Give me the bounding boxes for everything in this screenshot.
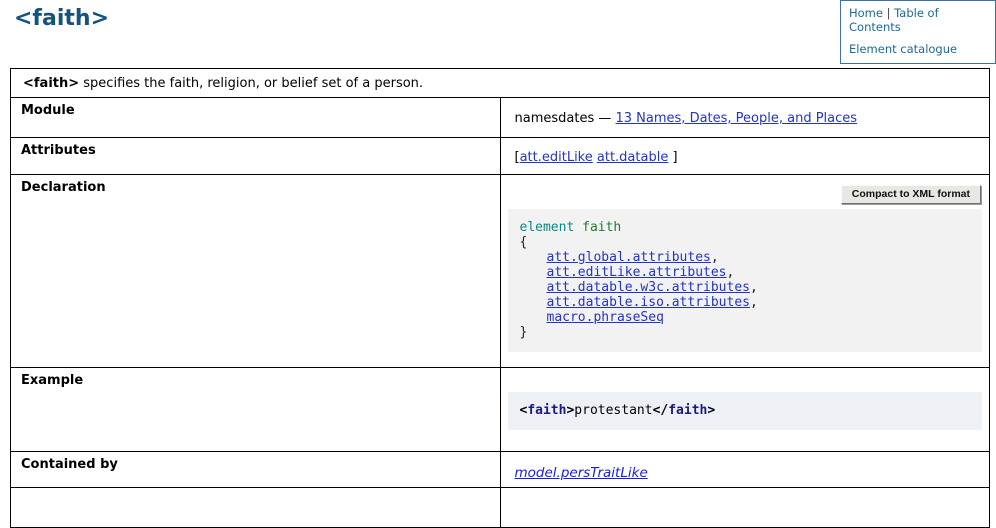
rnc-element-name: faith <box>582 220 621 235</box>
row-label-module: Module <box>11 98 501 138</box>
xml-end-close-bracket: > <box>707 403 715 418</box>
description-cell: <faith> specifies the faith, religion, o… <box>11 69 990 98</box>
example-row: Example <faith>protestant</faith> <box>11 368 990 452</box>
xml-element-text: protestant <box>574 403 652 418</box>
description-row: <faith> specifies the faith, religion, o… <box>11 69 990 98</box>
partial-row <box>11 488 990 528</box>
declaration-content-cell: Compact to XML format element faith { at… <box>500 175 990 368</box>
nav-element-catalogue-link[interactable]: Element catalogue <box>849 42 957 56</box>
module-name: namesdates — <box>515 111 612 126</box>
xml-tag-name: faith <box>527 403 566 418</box>
comma: , <box>750 280 758 295</box>
contained-by-link[interactable]: model.persTraitLike <box>515 465 648 481</box>
comma: , <box>727 265 735 280</box>
declaration-row: Declaration Compact to XML format elemen… <box>11 175 990 368</box>
compact-to-xml-button[interactable]: Compact to XML format <box>841 185 981 204</box>
declaration-member-link[interactable]: att.datable.w3c.attributes <box>547 280 751 295</box>
declaration-member-line: macro.phraseSeq <box>520 310 973 325</box>
row-label-attributes: Attributes <box>11 138 501 175</box>
contained-by-content-cell: model.persTraitLike <box>500 452 990 488</box>
declaration-code-block: element faith { att.global.attributes, a… <box>508 209 983 352</box>
row-label-declaration: Declaration <box>11 175 501 368</box>
contained-by-row: Contained by model.persTraitLike <box>11 452 990 488</box>
attributes-close-bracket: ] <box>668 150 677 165</box>
row-label-example: Example <box>11 368 501 452</box>
nav-line-2: Element catalogue <box>849 42 987 56</box>
example-code-block: <faith>protestant</faith> <box>508 392 983 430</box>
declaration-member-link[interactable]: att.editLike.attributes <box>547 265 727 280</box>
description-text: specifies the faith, religion, or belief… <box>83 76 423 91</box>
declaration-member-line: att.editLike.attributes, <box>520 265 973 280</box>
nav-home-link[interactable]: Home <box>849 6 883 20</box>
page-title: <faith> <box>14 6 109 31</box>
xml-end-open-bracket: </ <box>653 403 669 418</box>
declaration-member-link[interactable]: macro.phraseSeq <box>547 310 664 325</box>
module-row: Module namesdates — 13 Names, Dates, Peo… <box>11 98 990 138</box>
xml-end-tag-name: faith <box>668 403 707 418</box>
comma: , <box>711 250 719 265</box>
row-label-contained-by: Contained by <box>11 452 501 488</box>
partial-row-content-cell <box>500 488 990 528</box>
partial-row-label-cell <box>11 488 501 528</box>
nav-separator: | <box>887 6 891 20</box>
declaration-member-line: att.datable.iso.attributes, <box>520 295 973 310</box>
rnc-keyword: element <box>520 220 575 235</box>
declaration-close-brace: } <box>520 325 973 340</box>
declaration-open-brace: { <box>520 235 973 250</box>
declaration-member-line: att.global.attributes, <box>520 250 973 265</box>
comma: , <box>750 295 758 310</box>
declaration-line-element: element faith <box>520 220 973 235</box>
attributes-row: Attributes [att.editLike att.datable ] <box>11 138 990 175</box>
description-term: <faith> <box>23 76 79 91</box>
nav-box: Home | Table of Contents Element catalog… <box>840 0 996 64</box>
example-content-cell: <faith>protestant</faith> <box>500 368 990 452</box>
declaration-member-line: att.datable.w3c.attributes, <box>520 280 973 295</box>
attribute-class-link-datable[interactable]: att.datable <box>597 150 668 165</box>
module-content-cell: namesdates — 13 Names, Dates, People, an… <box>500 98 990 138</box>
element-spec-table: <faith> specifies the faith, religion, o… <box>10 68 990 528</box>
declaration-button-row: Compact to XML format <box>501 185 982 204</box>
declaration-member-link[interactable]: att.datable.iso.attributes <box>547 295 751 310</box>
declaration-member-link[interactable]: att.global.attributes <box>547 250 711 265</box>
attributes-content-cell: [att.editLike att.datable ] <box>500 138 990 175</box>
nav-line-1: Home | Table of Contents <box>849 6 987 34</box>
attribute-class-link-editlike[interactable]: att.editLike <box>520 150 593 165</box>
module-chapter-link[interactable]: 13 Names, Dates, People, and Places <box>616 111 858 126</box>
